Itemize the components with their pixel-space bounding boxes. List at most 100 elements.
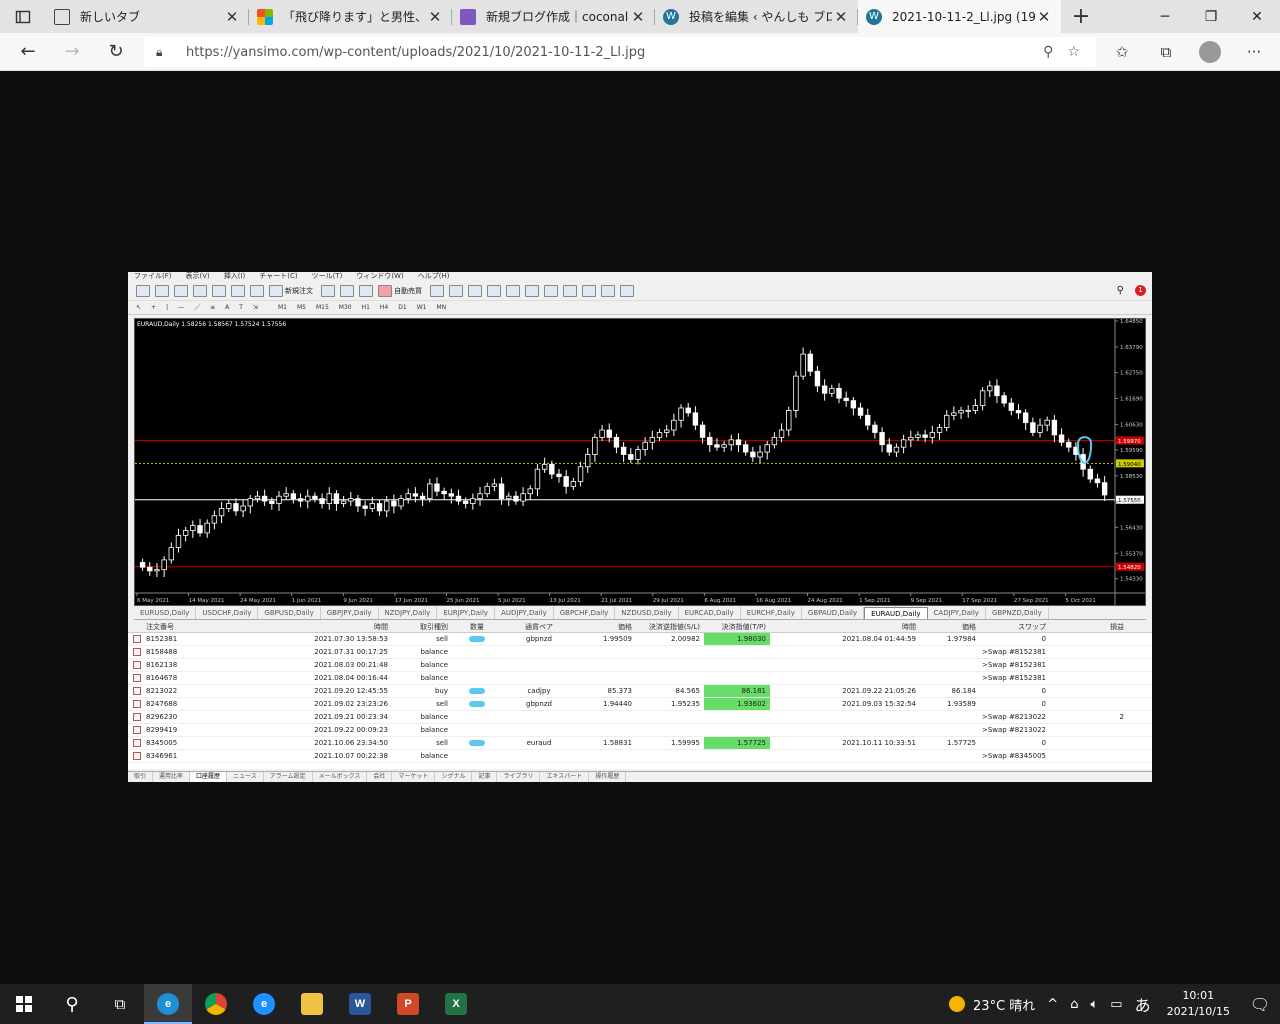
word-taskbar-button[interactable]: W: [336, 984, 384, 1024]
order-icon: [133, 700, 141, 708]
bear-candle: [707, 436, 713, 446]
ime-indicator[interactable]: あ: [1129, 992, 1157, 1016]
minimize-button[interactable]: ─: [1142, 0, 1188, 33]
collections-icon[interactable]: ⧉: [1144, 43, 1188, 61]
browser-tab[interactable]: 新しいタブ ✕: [46, 0, 249, 33]
tab-actions-button[interactable]: [0, 0, 46, 33]
sl-cell: [636, 711, 704, 723]
order-icon: [133, 635, 141, 643]
refresh-button[interactable]: ↻: [94, 34, 138, 70]
new-tab-button[interactable]: +: [1061, 0, 1101, 33]
network-icon[interactable]: ▭: [1104, 997, 1128, 1012]
ie-taskbar-button[interactable]: e: [240, 984, 288, 1024]
auto-trade-button: 自動売買: [378, 284, 422, 297]
add-favorite-icon[interactable]: ☆: [1067, 44, 1080, 60]
tab-close-icon[interactable]: ✕: [629, 8, 647, 26]
bull-candle: [168, 547, 175, 561]
order-row-icon: [128, 737, 146, 749]
close-price-cell: 1.97984: [947, 635, 976, 643]
notification-center-button[interactable]: 🗨︎: [1240, 995, 1280, 1014]
profile-button[interactable]: [1188, 41, 1232, 63]
horizontal-line-icon: —: [178, 304, 185, 311]
more-menu-icon[interactable]: ···: [1232, 43, 1276, 61]
browser-tab[interactable]: 「飛び降ります」と男性、帰宅✕: [249, 0, 452, 33]
new-order-icon: [269, 284, 283, 297]
tray-chevron-icon[interactable]: ^: [1041, 997, 1064, 1012]
close-window-button[interactable]: ✕: [1234, 0, 1280, 33]
bear-candle: [613, 436, 620, 448]
bull-candle: [786, 410, 792, 431]
url-field[interactable]: 🔒︎ https://yansimo.com/wp-content/upload…: [144, 37, 1096, 67]
mt4-menu-item: 挿入(I): [223, 272, 246, 280]
bull-candle: [383, 500, 390, 512]
browser-tab[interactable]: W 2021-10-11-2_Ll.jpg (1912✕: [858, 0, 1061, 33]
order-row-icon: [128, 711, 146, 723]
tab-close-icon[interactable]: ✕: [426, 8, 444, 26]
bull-candle: [585, 454, 591, 468]
auto-trade-icon: [378, 284, 392, 297]
task-view-icon: ⧉: [114, 995, 126, 1013]
browser-tab[interactable]: W 投稿を編集 ‹ やんしも ブロ ✕: [655, 0, 858, 33]
data-window-icon: [193, 284, 207, 297]
edge-taskbar-button[interactable]: e: [144, 984, 192, 1024]
zoom-out-icon: [506, 284, 520, 297]
bear-candle: [1066, 441, 1072, 448]
bear-candle: [814, 370, 821, 387]
excel-taskbar-button[interactable]: X: [432, 984, 480, 1024]
timeframe-m15: M15: [315, 304, 329, 311]
volume-icon[interactable]: 🔈︎: [1084, 997, 1104, 1012]
mt4-menu-bar: ファイル(F) 表示(V) 挿入(I) チャート(C) ツール(T) ウィンドウ(W) ヘル…: [128, 272, 1152, 281]
chrome-taskbar-button[interactable]: [192, 984, 240, 1024]
meet-now-icon[interactable]: ⌂: [1064, 997, 1084, 1012]
tab-close-icon[interactable]: ✕: [223, 8, 241, 26]
back-button[interactable]: ←: [6, 34, 50, 70]
task-view-button[interactable]: ⧉: [96, 984, 144, 1024]
profit-cell: [1050, 750, 1130, 762]
bull-candle: [218, 508, 225, 517]
bull-candle: [757, 451, 763, 458]
bull-candle: [671, 419, 677, 431]
explorer-taskbar-button[interactable]: [288, 984, 336, 1024]
order-icon: [133, 674, 141, 682]
y-tick-label: 1.61690: [1120, 396, 1143, 402]
sl-cell: [636, 646, 704, 658]
powerpoint-taskbar-button[interactable]: P: [384, 984, 432, 1024]
swap-cell: 0: [1041, 700, 1046, 708]
zoom-icon[interactable]: ⚲: [1043, 44, 1053, 60]
bull-candle: [190, 525, 196, 531]
bear-candle: [556, 473, 562, 477]
bear-candle: [312, 495, 318, 500]
table-row: 8296230 2021.09.21 00:23:34 balance >Swap #…: [128, 711, 1152, 724]
mt4-toolbar: 新規注文 自動売買 ⚲ 1: [128, 281, 1152, 301]
swap-cell: >Swap #8213022: [981, 713, 1046, 721]
weather-widget[interactable]: 23°C 晴れ: [943, 995, 1041, 1014]
bear-candle: [699, 424, 706, 438]
candlestick-chart: 1.599701.590401.575561.548201.648501.637…: [135, 319, 1145, 605]
bull-candle: [1044, 419, 1050, 426]
start-button[interactable]: [0, 984, 48, 1024]
bull-candle: [592, 436, 598, 455]
forward-button[interactable]: →: [50, 34, 94, 70]
sl-cell: 1.95235: [671, 700, 700, 708]
mt4-menu-item: 表示(V): [185, 272, 210, 280]
bear-candle: [1001, 395, 1007, 404]
type-cell: sell: [436, 635, 448, 643]
clock[interactable]: 10:01 2021/10/15: [1157, 988, 1240, 1020]
browser-tab[interactable]: 新規ブログ作成｜coconala ✕: [452, 0, 655, 33]
search-button[interactable]: ⚲: [48, 984, 96, 1024]
notification-badge: 1: [1135, 285, 1146, 296]
favorites-icon[interactable]: ✩: [1100, 43, 1144, 61]
x-tick-label: 21 Jul 2021: [601, 598, 632, 604]
maximize-button[interactable]: ❐: [1188, 0, 1234, 33]
tab-close-icon[interactable]: ✕: [832, 8, 850, 26]
price-cell: [576, 646, 636, 658]
bull-candle: [771, 436, 778, 446]
tab-strip: 新しいタブ✕「飛び降ります」と男性、帰宅✕新規ブログ作成｜coconala✕W投…: [46, 0, 1061, 33]
bear-candle: [513, 495, 519, 502]
order-row-icon: [128, 646, 146, 658]
search-icon: ⚲: [65, 993, 79, 1015]
coconala-icon: [460, 8, 476, 25]
tab-close-icon[interactable]: ✕: [1035, 8, 1053, 26]
time-cell: 2021.10.06 23:34:50: [314, 739, 388, 747]
x-tick-label: 5 Jul 2021: [498, 598, 526, 604]
